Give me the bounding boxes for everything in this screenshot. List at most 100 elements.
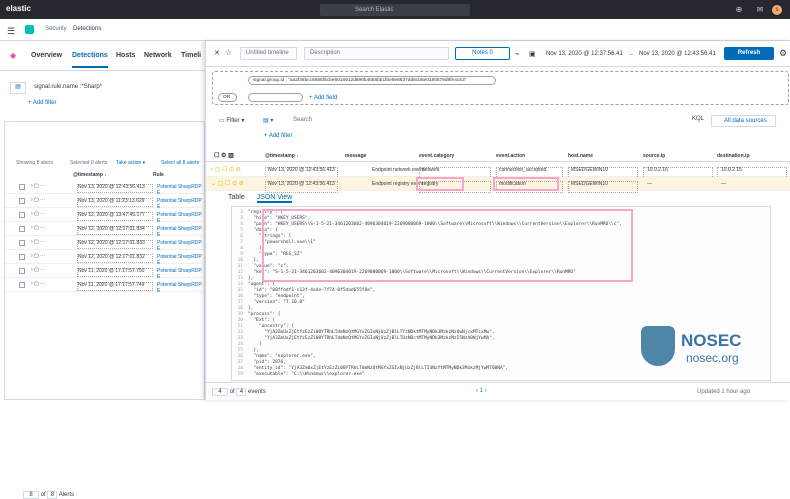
tab-overview[interactable]: Overview (31, 52, 62, 59)
header-message[interactable]: message (345, 153, 366, 159)
select-all-link[interactable]: Select all 8 alerts (161, 160, 199, 166)
header-host-name[interactable]: host.name (568, 153, 593, 159)
row-checkbox[interactable] (19, 226, 25, 232)
json-line: "process": { (248, 312, 281, 317)
elastic-logo[interactable]: elastic (6, 4, 31, 13)
tab-detections[interactable]: Detections (72, 52, 108, 68)
tab-timelines[interactable]: Timeli (181, 52, 201, 59)
filter-settings-icon[interactable] (264, 133, 272, 141)
pager-select[interactable]: 8 (23, 491, 39, 499)
json-line: "entity_id": "YjA3ZmUxZjEtYzEzZi00YTRhLT… (248, 366, 509, 371)
attachment-icon[interactable]: ⌁ (515, 50, 519, 58)
table-row[interactable]: › ▢ ⋯ Nov 12, 2020 @ 13:47:45.177 Potent… (5, 209, 206, 224)
json-line: "YjA3ZmUxZjEtYzEzZi00YTRhLTdmNzQtMGYxZGI… (248, 336, 495, 341)
line-number: 4 (240, 222, 243, 227)
row-actions-icon[interactable]: › ▢ ⋯ (31, 211, 45, 217)
data-providers-dropzone[interactable]: signal.group.id : "aa2f38bcc6685f5cbe601… (212, 71, 789, 105)
breadcrumb-detections: Detections (73, 26, 102, 32)
alerts-panel: Showing 8 alerts Selected 0 alerts Take … (4, 121, 206, 499)
row-checkbox[interactable] (19, 282, 25, 288)
table-row[interactable]: › ▢ ⋯ Nov 13, 2020 @ 12:43:56.413 Potent… (5, 181, 206, 196)
take-action-button[interactable]: Take action ▾ (116, 160, 145, 166)
table-row[interactable]: › ▢ ⋯ Nov 12, 2020 @ 12:17:01.833 Potent… (5, 237, 206, 252)
row-actions-icon[interactable]: › ▢ ⋯ (31, 253, 45, 259)
timeline-filter-row: ▭ Filter ▾ ▤ ▾ Search KQL All data sourc… (206, 115, 790, 127)
events-pager-select[interactable]: 4 (212, 388, 228, 396)
json-line: "pid": 2876, (248, 360, 286, 365)
row-checkbox[interactable] (19, 268, 25, 274)
favorite-star-icon[interactable]: ☆ (225, 48, 232, 57)
header-timestamp[interactable]: @timestamp ↓ (265, 153, 299, 159)
header-event-category[interactable]: event.category (419, 153, 454, 159)
timeline-title-input[interactable]: Untitled timeline (240, 47, 297, 60)
line-number: 5 (240, 228, 243, 233)
page-nav[interactable]: ‹ 1 › (476, 388, 487, 394)
tab-table[interactable]: Table (228, 194, 245, 201)
date-start[interactable]: Nov 13, 2020 @ 12:37:56.41 (546, 51, 623, 57)
line-number: 25 (237, 348, 243, 353)
notifications-icon[interactable]: ✉ (755, 5, 765, 15)
row-checkbox[interactable] (19, 254, 25, 260)
data-source-select[interactable]: All data sources (711, 115, 776, 127)
add-filter-link[interactable]: + Add filter (28, 100, 57, 106)
empty-provider-slot[interactable] (248, 93, 303, 102)
row-actions-icon[interactable]: ⌄ ▢ ☐ ⊙ ⊘ (211, 180, 244, 187)
saved-query-menu-icon[interactable]: ▤ ▾ (263, 117, 273, 124)
menu-icon[interactable]: ☰ (7, 26, 15, 37)
avatar[interactable]: s (772, 5, 782, 15)
help-icon[interactable]: ⊕ (734, 5, 744, 15)
kql-toggle[interactable]: KQL (692, 116, 704, 122)
data-provider-pill[interactable]: signal.group.id : "aa2f38bcc6685f5cbe601… (248, 76, 496, 85)
add-field-link[interactable]: + Add field (309, 95, 337, 101)
timeline-search-input[interactable]: Search (293, 117, 312, 123)
search-query-input[interactable]: ▤ signal.rule.name :*Sharp* (10, 82, 205, 95)
timeline-description-input[interactable]: Description (304, 47, 449, 60)
tab-json-view[interactable]: JSON View (256, 194, 293, 203)
row-checkbox[interactable] (19, 198, 25, 204)
row-actions-icon[interactable]: › ▢ ⋯ (31, 225, 45, 231)
global-search-input[interactable]: Search Elastic (320, 4, 470, 16)
date-end[interactable]: Nov 13, 2020 @ 12:43:56.41 (639, 51, 716, 57)
table-row[interactable]: › ▢ ⋯ Nov 13, 2020 @ 11:23:13.629 Potent… (5, 195, 206, 210)
notes-button[interactable]: Notes 0 (455, 47, 510, 60)
table-row[interactable]: › ▢ ⋯ Nov 11, 2020 @ 17:17:57.750 Potent… (5, 265, 206, 280)
table-row[interactable]: › ▢ ⋯ Nov 12, 2020 @ 12:17:01.832 Potent… (5, 251, 206, 266)
settings-gear-icon[interactable]: ⚙ (779, 48, 787, 59)
header-destination-ip[interactable]: destination.ip (717, 153, 750, 159)
col-rule[interactable]: Rule (153, 172, 164, 178)
line-number: 13 (237, 276, 243, 281)
col-timestamp[interactable]: @timestamp ↓ (73, 172, 107, 178)
table-row[interactable]: › ▢ ⋯ Nov 12, 2020 @ 12:17:01.834 Potent… (5, 223, 206, 238)
event-row[interactable]: › ▢ ☐ ⊙ ⊘ Nov 13, 2020 @ 12:43:56.413 En… (206, 163, 790, 179)
header-actions-icon[interactable]: ☐ ⚙ ▥ (214, 152, 234, 159)
row-actions-icon[interactable]: › ▢ ☐ ⊙ ⊘ (211, 166, 241, 173)
row-actions-icon[interactable]: › ▢ ⋯ (31, 183, 45, 189)
header-event-action[interactable]: event.action (496, 153, 525, 159)
line-number: 16 (237, 294, 243, 299)
security-app-icon[interactable] (25, 25, 34, 34)
row-actions-icon[interactable]: › ▢ ⋯ (31, 239, 45, 245)
json-line: }, (248, 258, 259, 263)
close-icon[interactable]: ✕ (214, 49, 220, 57)
tab-network[interactable]: Network (144, 52, 172, 59)
json-line: }, (248, 306, 254, 311)
filter-button[interactable]: ▭ Filter ▾ (219, 117, 244, 124)
row-actions-icon[interactable]: › ▢ ⋯ (31, 197, 45, 203)
saved-query-icon[interactable]: ▤ (10, 82, 26, 94)
selected-count: Selected 0 alerts (70, 160, 108, 166)
table-row[interactable]: › ▢ ⋯ Nov 11, 2020 @ 17:17:57.749 Potent… (5, 279, 206, 294)
tab-hosts[interactable]: Hosts (116, 52, 135, 59)
line-number: 11 (237, 264, 243, 269)
header-source-ip[interactable]: source.ip (643, 153, 665, 159)
row-checkbox[interactable] (19, 184, 25, 190)
line-number: 6 (240, 234, 243, 239)
line-number: 9 (240, 252, 243, 257)
refresh-button[interactable]: Refresh (724, 47, 774, 60)
row-actions-icon[interactable]: › ▢ ⋯ (31, 267, 45, 273)
calendar-icon[interactable]: ▣ (529, 50, 536, 58)
row-actions-icon[interactable]: › ▢ ⋯ (31, 281, 45, 287)
or-badge: OR (218, 93, 237, 102)
row-checkbox[interactable] (19, 240, 25, 246)
row-checkbox[interactable] (19, 212, 25, 218)
breadcrumb-security[interactable]: Security (45, 26, 67, 32)
